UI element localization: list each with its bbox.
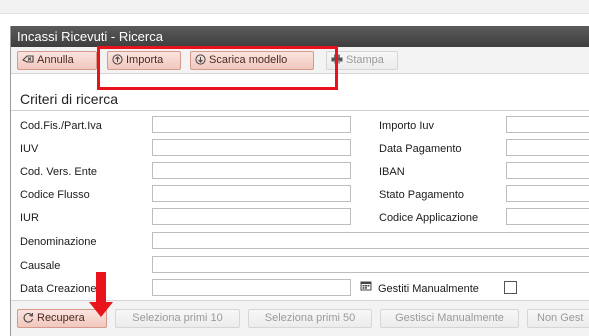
recupera-label: Recupera: [37, 312, 85, 324]
codfis-label: Cod.Fis./Part.Iva: [20, 120, 102, 132]
seleziona-primi-10-button[interactable]: Seleziona primi 10: [115, 309, 240, 328]
download-circle-icon: [195, 53, 206, 68]
import-circle-icon: [112, 53, 123, 68]
iur-label: IUR: [20, 212, 39, 224]
codvers-input[interactable]: [152, 162, 351, 179]
codfis-input[interactable]: [152, 116, 351, 133]
iban-input[interactable]: [506, 162, 589, 179]
codiceapplicazione-label: Codice Applicazione: [379, 212, 479, 224]
annulla-button[interactable]: Annulla: [17, 51, 97, 70]
importa-button[interactable]: Importa: [107, 51, 181, 70]
stampa-button[interactable]: Stampa: [326, 51, 398, 70]
scarica-label: Scarica modello: [209, 54, 288, 66]
gestiti-label: Gestiti Manualmente: [378, 283, 479, 295]
stampa-label: Stampa: [346, 54, 384, 66]
importoiuv-label: Importo Iuv: [379, 120, 435, 132]
scarica-modello-button[interactable]: Scarica modello: [190, 51, 314, 70]
toolbar: Annulla Importa Scarica modello Stampa: [11, 47, 589, 74]
window-title: Incassi Ricevuti - Ricerca: [11, 26, 589, 47]
refresh-icon: [22, 312, 34, 326]
codiceapplicazione-input[interactable]: [506, 208, 589, 225]
causale-label: Causale: [20, 260, 61, 272]
causale-input[interactable]: [152, 256, 589, 273]
denominazione-input[interactable]: [152, 232, 589, 249]
top-strip: [0, 0, 589, 14]
datapagamento-label: Data Pagamento: [379, 143, 462, 155]
importa-label: Importa: [126, 54, 164, 66]
section-divider: [11, 110, 589, 111]
statopagamento-label: Stato Pagamento: [379, 189, 465, 201]
recupera-button[interactable]: Recupera: [17, 309, 107, 328]
denominazione-label: Denominazione: [20, 236, 97, 248]
importoiuv-input[interactable]: [506, 116, 589, 133]
annulla-label: Annulla: [37, 54, 74, 66]
statopagamento-input[interactable]: [506, 185, 589, 202]
search-window: Incassi Ricevuti - Ricerca Annulla Impor…: [10, 26, 589, 336]
cancel-icon: [22, 54, 34, 67]
datacreazione-input[interactable]: [152, 279, 351, 296]
printer-icon: [331, 54, 343, 67]
non-gestiti-button[interactable]: Non Gest: [527, 309, 589, 328]
bottom-toolbar: Recupera Seleziona primi 10 Seleziona pr…: [11, 301, 589, 336]
codflusso-label: Codice Flusso: [20, 189, 90, 201]
calendar-icon[interactable]: [360, 280, 372, 291]
section-title: Criteri di ricerca: [20, 91, 119, 107]
codflusso-input[interactable]: [152, 185, 351, 202]
iban-label: IBAN: [379, 166, 405, 178]
datapagamento-input[interactable]: [506, 139, 589, 156]
iur-input[interactable]: [152, 208, 351, 225]
codvers-label: Cod. Vers. Ente: [20, 166, 98, 178]
gestiti-checkbox[interactable]: [504, 281, 517, 294]
iuv-input[interactable]: [152, 139, 351, 156]
datacreazione-label: Data Creazione: [20, 283, 97, 295]
iuv-label: IUV: [20, 143, 39, 155]
gestisci-manualmente-button[interactable]: Gestisci Manualmente: [380, 309, 519, 328]
seleziona-primi-50-button[interactable]: Seleziona primi 50: [248, 309, 372, 328]
